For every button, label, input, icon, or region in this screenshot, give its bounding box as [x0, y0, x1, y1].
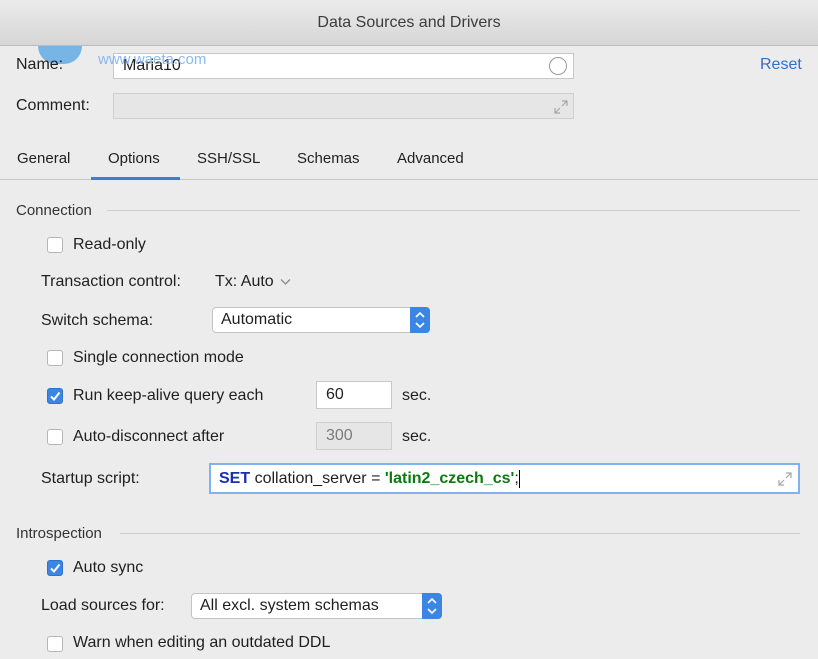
- keep-alive-checkbox[interactable]: [47, 388, 63, 404]
- auto-sync-checkbox[interactable]: [47, 560, 63, 576]
- keep-alive-input[interactable]: 60: [316, 381, 392, 409]
- startup-script-editor[interactable]: SET collation_server = 'latin2_czech_cs'…: [209, 463, 800, 494]
- text-caret: [518, 469, 520, 488]
- single-connection-checkbox[interactable]: [47, 350, 63, 366]
- connection-divider: [107, 210, 800, 211]
- single-connection-label: Single connection mode: [73, 349, 244, 366]
- load-sources-label: Load sources for:: [41, 597, 165, 614]
- keep-alive-label: Run keep-alive query each: [73, 387, 264, 404]
- up-down-stepper-icon: [410, 307, 430, 333]
- switch-schema-label: Switch schema:: [41, 312, 154, 329]
- keep-alive-value: 60: [326, 386, 344, 403]
- script-keyword: SET: [219, 470, 251, 487]
- auto-disconnect-checkbox[interactable]: [47, 429, 63, 445]
- tab-advanced[interactable]: Advanced: [397, 150, 464, 167]
- transaction-control-value: Tx: Auto: [215, 273, 274, 290]
- auto-disconnect-input[interactable]: 300: [316, 422, 392, 450]
- keep-alive-unit: sec.: [402, 387, 432, 404]
- switch-schema-select[interactable]: Automatic: [212, 307, 430, 333]
- introspection-section-title: Introspection: [16, 525, 102, 542]
- transaction-control-label: Transaction control:: [41, 273, 181, 290]
- switch-schema-value: Automatic: [221, 311, 293, 328]
- auto-disconnect-value: 300: [326, 427, 353, 444]
- expand-icon[interactable]: [554, 100, 568, 114]
- auto-disconnect-unit: sec.: [402, 428, 432, 445]
- read-only-label: Read-only: [73, 236, 146, 253]
- reset-link[interactable]: Reset: [760, 56, 802, 74]
- up-down-stepper-icon: [422, 593, 442, 619]
- expand-icon[interactable]: [778, 472, 792, 486]
- auto-sync-label: Auto sync: [73, 559, 144, 576]
- active-tab-indicator: [91, 177, 180, 180]
- watermark-text: www.waeta.com: [98, 51, 207, 68]
- comment-label: Comment:: [16, 97, 90, 114]
- read-only-checkbox[interactable]: [47, 237, 63, 253]
- introspection-divider: [120, 533, 800, 534]
- warn-outdated-label: Warn when editing an outdated DDL: [73, 634, 331, 651]
- window-title: Data Sources and Drivers: [0, 0, 818, 46]
- connection-section-title: Connection: [16, 202, 92, 219]
- load-sources-select[interactable]: All excl. system schemas: [191, 593, 442, 619]
- comment-field[interactable]: [113, 93, 574, 119]
- tab-schemas[interactable]: Schemas: [297, 150, 360, 167]
- tab-general[interactable]: General: [17, 150, 70, 167]
- script-middle: collation_server =: [250, 470, 385, 487]
- load-sources-value: All excl. system schemas: [200, 597, 379, 614]
- auto-disconnect-label: Auto-disconnect after: [73, 428, 225, 445]
- transaction-control-dropdown[interactable]: Tx: Auto: [215, 273, 291, 291]
- warn-outdated-checkbox[interactable]: [47, 636, 63, 652]
- checkmark-icon: [50, 563, 61, 574]
- checkmark-icon: [50, 391, 61, 402]
- circle-icon[interactable]: [549, 57, 567, 75]
- tab-ssh-ssl[interactable]: SSH/SSL: [197, 150, 260, 167]
- script-string: 'latin2_czech_cs': [384, 470, 515, 487]
- chevron-down-icon: [280, 278, 291, 285]
- name-label: Name:: [16, 56, 64, 73]
- tab-options[interactable]: Options: [108, 150, 160, 167]
- startup-script-label: Startup script:: [41, 470, 140, 487]
